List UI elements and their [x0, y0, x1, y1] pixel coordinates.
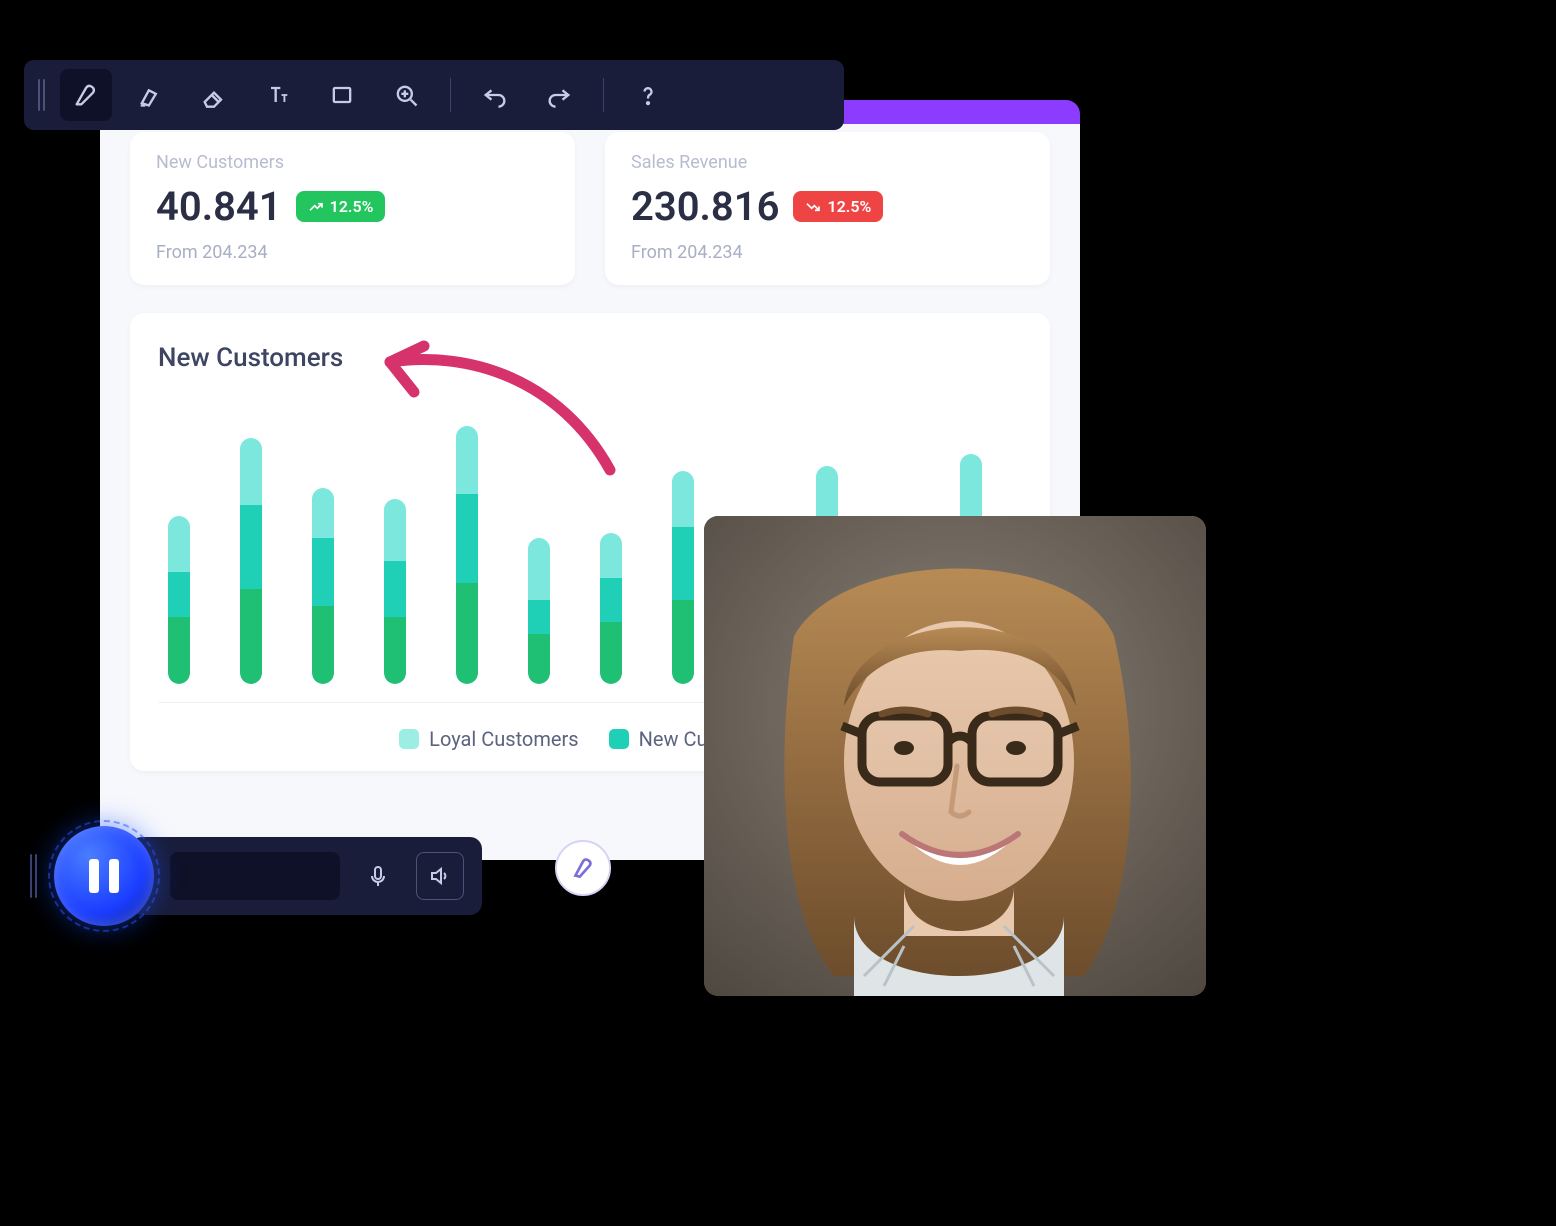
sales-revenue-card: Sales Revenue 230.816 12.5% From 204.234 — [605, 132, 1050, 285]
recbar-drag-handle[interactable] — [30, 854, 42, 898]
chart-bar — [384, 499, 406, 684]
card-label: Sales Revenue — [631, 152, 1024, 173]
legend-swatch — [609, 729, 629, 749]
card-subtext: From 204.234 — [156, 242, 549, 263]
chart-bar — [600, 533, 622, 684]
rectangle-icon[interactable] — [316, 69, 368, 121]
chart-bar — [312, 488, 334, 684]
card-value: 230.816 — [631, 183, 779, 230]
card-label: New Customers — [156, 152, 549, 173]
toolbar-separator — [603, 78, 604, 112]
help-icon[interactable] — [622, 69, 674, 121]
webcam-overlay[interactable] — [704, 516, 1206, 996]
undo-icon[interactable] — [469, 69, 521, 121]
trend-down-badge: 12.5% — [793, 191, 883, 222]
annotation-toolbar — [24, 60, 844, 130]
chart-bar — [528, 538, 550, 684]
legend-swatch — [399, 729, 419, 749]
recording-bar — [130, 837, 482, 915]
chart-bar — [456, 426, 478, 684]
highlighter-icon[interactable] — [124, 69, 176, 121]
new-customers-card: New Customers 40.841 12.5% From 204.234 — [130, 132, 575, 285]
chart-title: New Customers — [158, 343, 1022, 373]
zoom-in-icon[interactable] — [380, 69, 432, 121]
speaker-icon[interactable] — [416, 852, 464, 900]
text-icon[interactable] — [252, 69, 304, 121]
trend-down-icon — [805, 199, 821, 215]
trend-up-icon — [308, 199, 324, 215]
card-subtext: From 204.234 — [631, 242, 1024, 263]
trend-up-badge: 12.5% — [296, 191, 386, 222]
pause-button[interactable] — [54, 826, 154, 926]
redo-icon[interactable] — [533, 69, 585, 121]
legend-label: Loyal Customers — [429, 727, 578, 751]
microphone-icon[interactable] — [354, 852, 402, 900]
recording-controls — [30, 826, 482, 926]
card-value: 40.841 — [156, 183, 282, 230]
pen-tool-floating[interactable] — [555, 840, 611, 896]
toolbar-separator — [450, 78, 451, 112]
recording-display — [170, 852, 340, 900]
toolbar-drag-handle[interactable] — [38, 79, 48, 111]
eraser-icon[interactable] — [188, 69, 240, 121]
chart-bar — [240, 438, 262, 684]
pen-icon[interactable] — [60, 69, 112, 121]
delta-value: 12.5% — [330, 197, 374, 216]
delta-value: 12.5% — [827, 197, 871, 216]
chart-bar — [168, 516, 190, 684]
legend-item: Loyal Customers — [399, 727, 578, 751]
chart-bar — [672, 471, 694, 684]
